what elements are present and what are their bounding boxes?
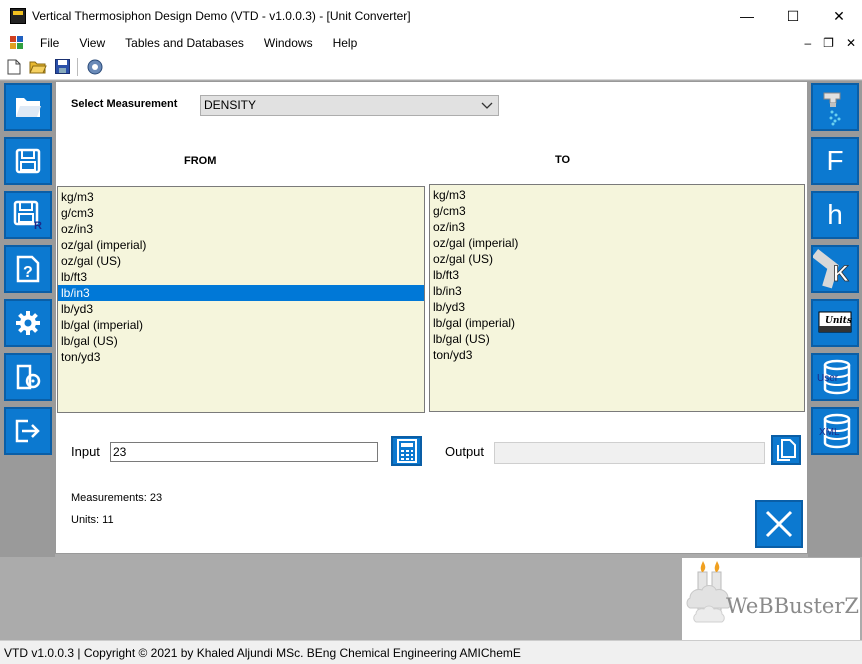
list-item[interactable]: lb/gal (US) <box>430 331 804 347</box>
help-icon[interactable]: ? <box>4 245 52 293</box>
window-controls: — ☐ ✕ <box>724 0 862 32</box>
mdi-minimize-button[interactable]: – <box>804 36 811 50</box>
title-bar: Vertical Thermosiphon Design Demo (VTD -… <box>0 0 862 32</box>
measurement-select-value: DENSITY <box>204 98 257 112</box>
list-item[interactable]: oz/in3 <box>430 219 804 235</box>
list-item[interactable]: kg/m3 <box>430 187 804 203</box>
menu-view[interactable]: View <box>69 32 115 54</box>
svg-text:R: R <box>34 220 42 230</box>
mdi-child-icon[interactable] <box>10 36 26 50</box>
pipe-k-icon[interactable]: K <box>811 245 859 293</box>
select-measurement-label: Select Measurement <box>71 98 178 110</box>
save-icon[interactable] <box>4 137 52 185</box>
user-database-icon[interactable]: User <box>811 353 859 401</box>
menu-help[interactable]: Help <box>323 32 368 54</box>
right-sidebar: F h K Units User XML <box>808 81 862 557</box>
units-count: Units: 11 <box>71 514 114 526</box>
list-item[interactable]: lb/ft3 <box>430 267 804 283</box>
list-item[interactable]: lb/gal (US) <box>58 333 424 349</box>
xml-database-icon[interactable]: XML <box>811 407 859 455</box>
from-units-list[interactable]: kg/m3 g/cm3 oz/in3 oz/gal (imperial) oz/gal … <box>57 186 425 413</box>
list-item[interactable]: oz/gal (imperial) <box>430 235 804 251</box>
status-bar: VTD v1.0.0.3 | Copyright © 2021 by Khale… <box>0 640 862 664</box>
units-book-label: Units <box>825 316 852 326</box>
svg-text:?: ? <box>23 264 33 281</box>
input-field[interactable] <box>110 442 378 462</box>
units-book-icon[interactable]: Units <box>811 299 859 347</box>
letter-h-button[interactable]: h <box>811 191 859 239</box>
list-item[interactable]: oz/in3 <box>58 221 424 237</box>
list-item[interactable]: g/cm3 <box>58 205 424 221</box>
calculator-button[interactable] <box>391 436 422 466</box>
settings-gear-icon[interactable] <box>4 299 52 347</box>
letter-h-label: h <box>827 199 843 230</box>
mdi-close-button[interactable]: ✕ <box>846 36 856 50</box>
list-item[interactable]: g/cm3 <box>430 203 804 219</box>
exit-icon[interactable] <box>4 407 52 455</box>
webbusterz-logo: WeBBusterZ <box>682 558 860 640</box>
mdi-restore-button[interactable]: ❐ <box>823 36 834 50</box>
window-title: Vertical Thermosiphon Design Demo (VTD -… <box>32 9 411 23</box>
new-file-icon[interactable] <box>4 57 24 77</box>
list-item[interactable]: oz/gal (imperial) <box>58 237 424 253</box>
input-label: Input <box>71 444 100 459</box>
list-item[interactable]: kg/m3 <box>58 189 424 205</box>
minimize-button[interactable]: — <box>724 0 770 32</box>
toolbar <box>0 54 862 80</box>
close-icon <box>765 510 793 538</box>
measurements-count: Measurements: 23 <box>71 492 163 504</box>
left-sidebar: R ? <box>0 81 55 557</box>
save-as-icon[interactable]: R <box>4 191 52 239</box>
user-database-label: User <box>817 373 839 384</box>
list-item[interactable]: oz/gal (US) <box>430 251 804 267</box>
calculator-icon <box>396 439 417 463</box>
maximize-button[interactable]: ☐ <box>770 0 816 32</box>
list-item[interactable]: ton/yd3 <box>58 349 424 365</box>
list-item[interactable]: lb/in3 <box>58 285 424 301</box>
list-item[interactable]: ton/yd3 <box>430 347 804 363</box>
letter-f-button[interactable]: F <box>811 137 859 185</box>
to-units-list[interactable]: kg/m3 g/cm3 oz/in3 oz/gal (imperial) oz/gal … <box>429 184 805 412</box>
xml-database-label: XML <box>819 427 840 438</box>
list-item[interactable]: lb/in3 <box>430 283 804 299</box>
toolbar-separator <box>77 57 78 76</box>
list-item[interactable]: lb/gal (imperial) <box>58 317 424 333</box>
list-item[interactable]: lb/gal (imperial) <box>430 315 804 331</box>
from-header: FROM <box>184 155 217 167</box>
close-window-button[interactable]: ✕ <box>816 0 862 32</box>
list-item[interactable]: lb/yd3 <box>430 299 804 315</box>
report-icon[interactable] <box>4 353 52 401</box>
water-tap-icon[interactable] <box>811 83 859 131</box>
letter-f-label: F <box>826 145 844 176</box>
chevron-down-icon <box>481 102 493 109</box>
close-converter-button[interactable] <box>755 500 803 548</box>
save-icon[interactable] <box>52 57 72 77</box>
to-header: TO <box>555 154 571 166</box>
menu-bar: File View Tables and Databases Windows H… <box>0 32 862 54</box>
menu-tables-and-databases[interactable]: Tables and Databases <box>115 32 254 54</box>
copy-button[interactable] <box>771 435 801 465</box>
menu-file[interactable]: File <box>30 32 69 54</box>
output-field[interactable] <box>494 442 765 464</box>
menu-windows[interactable]: Windows <box>254 32 323 54</box>
open-folder-icon[interactable] <box>4 83 52 131</box>
pipe-k-label: K <box>833 261 849 286</box>
settings-gear-icon[interactable] <box>85 57 105 77</box>
output-label: Output <box>445 444 485 459</box>
app-icon <box>10 8 26 24</box>
measurement-select[interactable]: DENSITY <box>200 95 499 116</box>
copy-icon <box>777 439 796 461</box>
list-item[interactable]: lb/yd3 <box>58 301 424 317</box>
list-item[interactable]: oz/gal (US) <box>58 253 424 269</box>
list-item[interactable]: lb/ft3 <box>58 269 424 285</box>
open-folder-icon[interactable] <box>28 57 48 77</box>
logo-text: WeBBusterZ <box>726 594 859 618</box>
mdi-controls: – ❐ ✕ <box>804 32 856 54</box>
